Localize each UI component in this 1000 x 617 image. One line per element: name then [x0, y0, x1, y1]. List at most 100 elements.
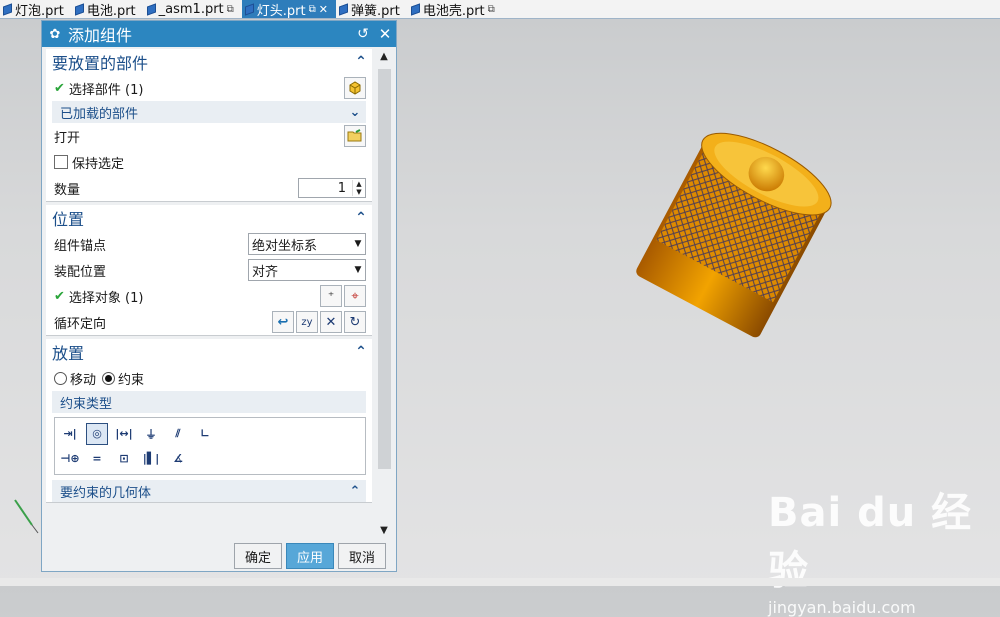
- open-folder-icon: [347, 129, 362, 142]
- cross-arrows-icon: ✕: [325, 314, 337, 330]
- part-file-icon: [2, 4, 12, 14]
- csys-icon: zy: [301, 316, 313, 328]
- align-lock-icon[interactable]: |▌|: [140, 448, 162, 470]
- distance-icon[interactable]: |↔|: [113, 423, 135, 445]
- tab-dianchi[interactable]: 电池.prt: [72, 0, 144, 19]
- dialog-titlebar[interactable]: ✿ 添加组件 ↺ ✕: [42, 21, 396, 47]
- rotate-orientation-button[interactable]: ↻: [344, 311, 366, 333]
- assembly-position-value: 对齐: [252, 264, 279, 280]
- constraint-type-palette: ⇥| ◎ |↔| ⏚ ⫽ ∟ ⊣⊕ = ⊡ |▌| ∡: [54, 417, 366, 475]
- cycle-orientation-row: 循环定向 ↩ zy ✕ ↻: [46, 309, 372, 335]
- position-section-header[interactable]: 位置 ⌃: [46, 205, 372, 231]
- apply-button[interactable]: 应用: [285, 543, 334, 569]
- point-snap-button[interactable]: ⌖: [344, 285, 366, 307]
- select-part-row[interactable]: ✔ 选择部件 (1): [46, 75, 372, 101]
- collapse-chevron-icon[interactable]: ⌃: [350, 54, 372, 70]
- constraint-row-2: ⊣⊕ = ⊡ |▌| ∡: [59, 446, 361, 471]
- center-icon[interactable]: ⊡: [113, 448, 135, 470]
- assembly-position-row: 装配位置 对齐 ▼: [46, 257, 372, 283]
- constraint-geometry-label: 要约束的几何体: [60, 485, 152, 501]
- open-label: 打开: [54, 130, 81, 146]
- point-dialog-button[interactable]: ⁺: [320, 285, 342, 307]
- dialog-title: 添加组件: [68, 26, 133, 45]
- scrollbar-thumb[interactable]: [378, 69, 391, 469]
- constraint-row-1: ⇥| ◎ |↔| ⏚ ⫽ ∟: [59, 421, 361, 446]
- tab-dianchike[interactable]: 电池壳.prt ⧉: [408, 0, 503, 19]
- parts-section-header[interactable]: 要放置的部件 ⌃: [46, 49, 372, 75]
- constraint-radio[interactable]: [102, 371, 116, 385]
- point-plus-icon: ⁺: [327, 289, 335, 303]
- select-object-label: 选择对象 (1): [68, 290, 144, 306]
- cancel-button[interactable]: 取消: [337, 543, 386, 569]
- parallel-icon[interactable]: ⫽: [167, 423, 189, 445]
- part-file-icon: [74, 4, 84, 14]
- constraint-label: 约束: [118, 372, 145, 388]
- reset-icon[interactable]: ↺: [352, 26, 374, 42]
- keep-selection-checkbox[interactable]: [54, 155, 68, 169]
- open-row: 打开: [46, 123, 372, 149]
- keep-selection-label: 保持选定: [72, 156, 125, 172]
- concentric-icon[interactable]: ◎: [86, 422, 108, 445]
- ok-button[interactable]: 确定: [233, 543, 282, 569]
- tab-dengtou[interactable]: 灯头.prt ⧉ ✕: [241, 0, 336, 19]
- tab-dengpao[interactable]: 灯泡.prt: [0, 0, 72, 19]
- scroll-up-icon[interactable]: ▲: [376, 49, 392, 65]
- check-icon: ✔: [54, 80, 65, 96]
- assembly-position-select[interactable]: 对齐 ▼: [248, 259, 366, 281]
- rotate-icon: ↻: [349, 314, 361, 330]
- modified-icon: ⧉: [226, 3, 234, 15]
- constraint-type-label: 约束类型: [60, 396, 113, 412]
- keep-selection-row[interactable]: 保持选定: [46, 149, 372, 175]
- cycle-orientation-label: 循环定向: [54, 316, 107, 332]
- collapse-chevron-icon[interactable]: ⌃: [350, 344, 372, 360]
- placement-section-header[interactable]: 放置 ⌃: [46, 339, 372, 365]
- placement-section: 放置 ⌃ 移动 约束 约束类型 ⇥| ◎ |↔| ⏚ ⫽ ∟ ⊣⊕ = ⊡ |▌…: [46, 339, 372, 503]
- watermark-url: jingyan.baidu.com: [768, 598, 916, 617]
- expand-chevron-icon[interactable]: ⌄: [344, 105, 366, 120]
- reverse-direction-button[interactable]: ✕: [320, 311, 342, 333]
- crosshair-icon: ⌖: [351, 288, 359, 304]
- perpendicular-icon[interactable]: ∟: [194, 423, 216, 445]
- fit-icon[interactable]: ⊣⊕: [59, 448, 81, 470]
- constraint-type-header[interactable]: 约束类型: [52, 391, 366, 413]
- part-model-viewport[interactable]: [620, 130, 860, 360]
- stepper-arrows-icon[interactable]: ▲ ▼: [352, 180, 365, 196]
- parts-section: 要放置的部件 ⌃ ✔ 选择部件 (1) 已加载的部件 ⌄ 打开 保持选定 数量 …: [46, 49, 372, 202]
- select-part-button[interactable]: [344, 77, 366, 99]
- dialog-footer: 确定 应用 取消: [42, 541, 396, 571]
- csys-orientation-button[interactable]: zy: [296, 311, 318, 333]
- close-icon[interactable]: ✕: [374, 25, 396, 43]
- fix-icon[interactable]: ⏚: [140, 423, 162, 445]
- close-tab-icon[interactable]: ✕: [319, 3, 328, 16]
- collapse-chevron-icon[interactable]: ⌃: [350, 210, 372, 226]
- anchor-row: 组件锚点 绝对坐标系 ▼: [46, 231, 372, 257]
- loaded-parts-label: 已加载的部件: [60, 106, 139, 122]
- move-radio[interactable]: [54, 371, 67, 385]
- scroll-down-icon[interactable]: ▼: [376, 523, 392, 539]
- collapse-chevron-icon[interactable]: ⌃: [344, 484, 366, 499]
- touch-align-icon[interactable]: ⇥|: [59, 423, 81, 445]
- add-component-dialog: ✿ 添加组件 ↺ ✕ 要放置的部件 ⌃ ✔ 选择部件 (1) 已加载的部件 ⌄: [41, 20, 397, 572]
- tab-asm1[interactable]: _asm1.prt ⧉: [144, 0, 242, 18]
- angle-icon[interactable]: ∡: [167, 448, 189, 470]
- select-part-label: 选择部件 (1): [68, 82, 144, 98]
- loaded-parts-header[interactable]: 已加载的部件 ⌄: [52, 101, 366, 123]
- open-file-button[interactable]: [344, 125, 366, 147]
- quantity-stepper[interactable]: 1 ▲ ▼: [298, 178, 366, 198]
- anchor-select[interactable]: 绝对坐标系 ▼: [248, 233, 366, 255]
- constraint-geometry-header[interactable]: 要约束的几何体 ⌃: [52, 480, 366, 502]
- dialog-scrollbar[interactable]: ▲ ▼: [376, 49, 392, 539]
- modified-icon: ⧉: [308, 3, 316, 15]
- dialog-body: 要放置的部件 ⌃ ✔ 选择部件 (1) 已加载的部件 ⌄ 打开 保持选定 数量 …: [46, 49, 372, 539]
- document-tab-bar: 灯泡.prt 电池.prt _asm1.prt ⧉ 灯头.prt ⧉ ✕ 弹簧.prt…: [0, 0, 1000, 19]
- select-object-row[interactable]: ✔ 选择对象 (1) ⁺ ⌖: [46, 283, 372, 309]
- parts-section-title: 要放置的部件: [52, 54, 149, 73]
- tab-tanhuang[interactable]: 弹簧.prt: [336, 0, 408, 19]
- quantity-value: 1: [337, 180, 346, 196]
- part-file-icon: [146, 4, 156, 14]
- bond-icon[interactable]: =: [86, 448, 108, 470]
- baidu-watermark: Bai du 经验 jingyan.baidu.com: [768, 480, 998, 617]
- gear-icon[interactable]: ✿: [42, 27, 68, 42]
- reset-orientation-button[interactable]: ↩: [272, 311, 294, 333]
- placement-mode-row: 移动 约束: [46, 365, 372, 391]
